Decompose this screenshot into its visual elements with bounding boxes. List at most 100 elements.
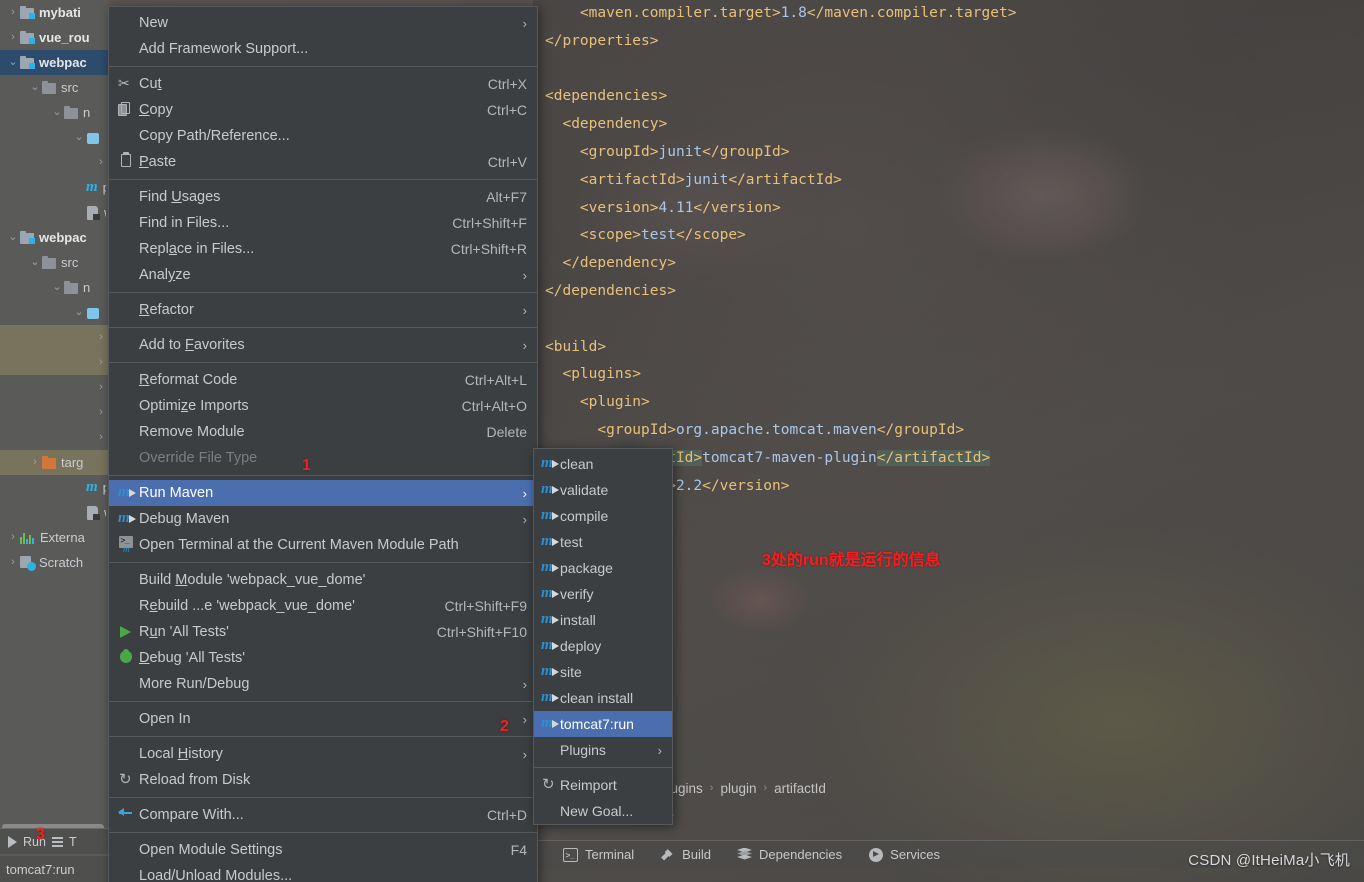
menu-item-build-module-webpack-vue-dome[interactable]: Build Module 'webpack_vue_dome' [109,567,537,593]
chevron-icon[interactable]: ⌄ [72,307,86,318]
tree-item[interactable]: m pom [0,475,108,500]
tree-item[interactable]: ⌄ src [0,75,108,100]
maven-goal-deploy[interactable]: m deploy [534,633,672,659]
chevron-icon[interactable]: ⌄ [28,257,42,268]
chevron-icon[interactable]: › [94,357,108,368]
tree-item[interactable]: ⌄ n [0,100,108,125]
menu-item-run-maven[interactable]: m Run Maven › [109,480,537,506]
tree-item[interactable]: › [0,375,108,400]
menu-item-more-run-debug[interactable]: More Run/Debug › [109,671,537,697]
maven-goal-icon: m [541,559,559,575]
chevron-icon[interactable]: ⌄ [50,282,64,293]
breadcrumb-item[interactable]: artifactId [774,781,826,796]
tree-item[interactable]: › Externa [0,525,108,550]
chevron-icon[interactable]: › [94,432,108,443]
menu-item-copy[interactable]: Copy Ctrl+C [109,97,537,123]
maven-goal-clean[interactable]: m clean [534,451,672,477]
chevron-icon[interactable]: › [94,157,108,168]
menu-item-open-terminal-at-the-current-maven-module-path[interactable]: >_ m Open Terminal at the Current Maven Mo… [109,532,537,558]
run-toolwindow-tabs[interactable]: Run T [0,828,108,854]
tree-item[interactable]: m pom [0,175,108,200]
maven-goal-validate[interactable]: m validate [534,477,672,503]
maven-goal-install[interactable]: m install [534,607,672,633]
menu-item-debug-maven[interactable]: m Debug Maven › [109,506,537,532]
tree-item[interactable]: › [0,425,108,450]
menu-item-reload-from-disk[interactable]: ↻ Reload from Disk [109,767,537,793]
menu-item-find-usages[interactable]: Find Usages Alt+F7 [109,184,537,210]
code-editor[interactable]: <maven.compiler.target>1.8</maven.compil… [545,0,1364,500]
toolwindow-tab-dependencies[interactable]: Dependencies [737,847,842,862]
chevron-icon[interactable]: › [6,7,20,18]
tree-item[interactable]: ⌄ n [0,275,108,300]
maven-goal-plugins[interactable]: Plugins › [534,737,672,763]
tree-item[interactable]: web [0,500,108,525]
menu-item-compare-with[interactable]: Compare With... Ctrl+D [109,802,537,828]
chevron-icon[interactable]: › [94,382,108,393]
toolwindow-tab-terminal[interactable]: >_ Terminal [563,847,634,862]
menu-item-remove-module[interactable]: Remove Module Delete [109,419,537,445]
tool-tab-label[interactable]: T [69,835,77,849]
chevron-icon[interactable]: ⌄ [6,57,20,68]
menu-item-open-in[interactable]: Open In › [109,706,537,732]
menu-item-rebuild-e-webpack-vue-dome[interactable]: Rebuild ...e 'webpack_vue_dome' Ctrl+Shif… [109,593,537,619]
tree-item[interactable]: › [0,350,108,375]
menu-item-local-history[interactable]: Local History › [109,741,537,767]
menu-item-add-framework-support[interactable]: Add Framework Support... [109,36,537,62]
maven-goal-verify[interactable]: m verify [534,581,672,607]
menu-item-reformat-code[interactable]: Reformat Code Ctrl+Alt+L [109,367,537,393]
tree-item[interactable]: › [0,400,108,425]
menu-item-analyze[interactable]: Analyze › [109,262,537,288]
maven-goal-tomcat7-run[interactable]: m tomcat7:run [534,711,672,737]
maven-goal-compile[interactable]: m compile [534,503,672,529]
tree-item[interactable]: ⌄ [0,300,108,325]
menu-item-optimize-imports[interactable]: Optimize Imports Ctrl+Alt+O [109,393,537,419]
maven-new-goal[interactable]: New Goal... [534,798,672,824]
chevron-icon[interactable]: ⌄ [50,107,64,118]
tree-item[interactable]: › mybati [0,0,108,25]
menu-item-refactor[interactable]: Refactor › [109,297,537,323]
context-menu[interactable]: New › Add Framework Support... ✂ Cut Ctrl+X Co… [108,6,538,882]
chevron-icon[interactable]: ⌄ [72,132,86,143]
maven-goal-package[interactable]: m package [534,555,672,581]
menu-item-paste[interactable]: Paste Ctrl+V [109,149,537,175]
menu-item-new[interactable]: New › [109,10,537,36]
menu-item-copy-path-reference[interactable]: Copy Path/Reference... [109,123,537,149]
tree-item[interactable]: › [0,150,108,175]
menu-item-cut[interactable]: ✂ Cut Ctrl+X [109,71,537,97]
tree-item[interactable]: › Scratch [0,550,108,575]
chevron-icon[interactable]: › [6,557,20,568]
tree-item[interactable]: ⌄ webpac [0,50,108,75]
menu-item-load-unload-modules[interactable]: Load/Unload Modules... [109,863,537,882]
toolwindow-tab-services[interactable]: Services [868,847,940,862]
menu-item-run-all-tests[interactable]: Run 'All Tests' Ctrl+Shift+F10 [109,619,537,645]
breadcrumb-item[interactable]: plugin [720,781,756,796]
chevron-icon[interactable]: ⌄ [28,82,42,93]
breadcrumb[interactable]: plugins › plugin › artifactId [660,777,826,799]
chevron-icon[interactable]: › [28,457,42,468]
tree-item[interactable]: › targ [0,450,108,475]
menu-item-find-in-files[interactable]: Find in Files... Ctrl+Shift+F [109,210,537,236]
chevron-icon[interactable]: › [94,332,108,343]
chevron-icon[interactable]: › [6,532,20,543]
menu-item-add-to-favorites[interactable]: Add to Favorites › [109,332,537,358]
menu-item-debug-all-tests[interactable]: Debug 'All Tests' [109,645,537,671]
tree-item[interactable]: ⌄ [0,125,108,150]
maven-reimport[interactable]: ↻ Reimport [534,772,672,798]
chevron-icon[interactable]: › [6,32,20,43]
maven-goal-test[interactable]: m test [534,529,672,555]
tree-item[interactable]: ⌄ src [0,250,108,275]
tree-item[interactable]: web [0,200,108,225]
chevron-icon[interactable]: › [94,407,108,418]
toolwindow-tab-build[interactable]: Build [660,847,711,862]
tree-item[interactable]: › [0,325,108,350]
project-tree-panel[interactable]: ›mybati›vue_rou⌄webpac⌄src⌄n⌄›mpomweb⌄we… [0,0,108,882]
maven-goal-site[interactable]: m site [534,659,672,685]
project-tree[interactable]: ›mybati›vue_rou⌄webpac⌄src⌄n⌄›mpomweb⌄we… [0,0,108,575]
menu-item-open-module-settings[interactable]: Open Module Settings F4 [109,837,537,863]
tree-item[interactable]: › vue_rou [0,25,108,50]
menu-item-replace-in-files[interactable]: Replace in Files... Ctrl+Shift+R [109,236,537,262]
run-maven-submenu[interactable]: m clean m validate m compile m test m package m ver… [533,448,673,825]
tree-item[interactable]: ⌄ webpac [0,225,108,250]
maven-goal-clean-install[interactable]: m clean install [534,685,672,711]
chevron-icon[interactable]: ⌄ [6,232,20,243]
